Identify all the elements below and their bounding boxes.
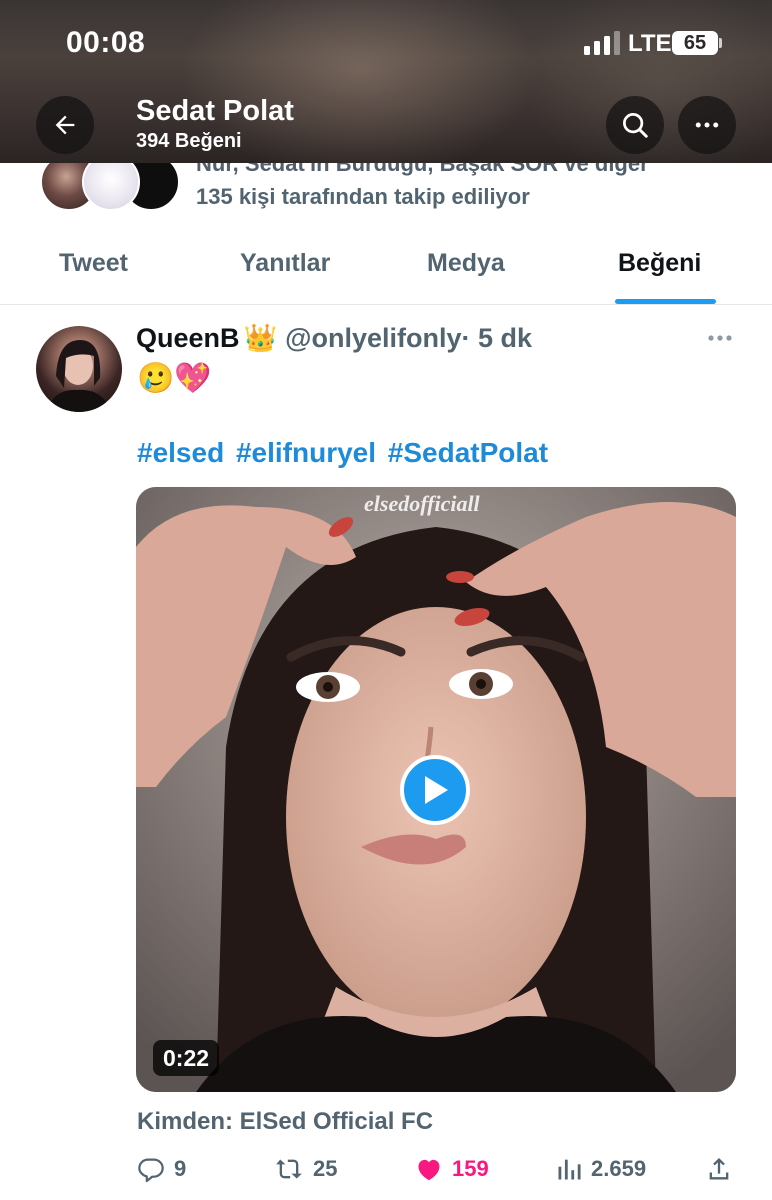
active-tab-indicator — [615, 299, 716, 304]
signal-strength-icon — [584, 31, 620, 55]
profile-name: Sedat Polat — [136, 95, 294, 127]
share-icon — [709, 1158, 729, 1180]
retweet-button[interactable]: 25 — [273, 1152, 337, 1186]
status-time: 00:08 — [66, 26, 146, 59]
tweet-header: QueenB 👑 @onlyelifonly· 5 dk — [136, 322, 532, 354]
tweet-timestamp[interactable]: · 5 dk — [462, 323, 533, 353]
like-count: 159 — [452, 1156, 489, 1181]
battery-icon: 65 — [672, 31, 718, 55]
tab-media[interactable]: Medya — [427, 249, 505, 278]
reply-count: 9 — [174, 1156, 187, 1181]
crown-emoji: 👑 — [243, 323, 278, 353]
video-watermark: elsedofficiall — [364, 491, 480, 516]
views-button[interactable]: 2.659 — [555, 1152, 646, 1186]
heart-filled-icon — [418, 1159, 440, 1181]
tweet-text: 🥲💖 — [137, 362, 212, 395]
tab-replies[interactable]: Yanıtlar — [240, 249, 330, 278]
video-duration: 0:22 — [153, 1040, 220, 1076]
reply-icon — [138, 1158, 164, 1183]
tweet-video[interactable]: elsedofficiall 0:22 — [136, 487, 736, 1092]
search-button[interactable] — [606, 96, 664, 154]
like-button[interactable]: 159 — [414, 1152, 489, 1186]
tweet-hashtags: #elsed #elifnuryel #SedatPolat — [137, 437, 552, 469]
profile-tabs: Tweet Yanıtlar Medya Beğeni — [0, 233, 772, 305]
author-name[interactable]: QueenB — [136, 323, 240, 353]
hashtag-link[interactable]: #elifnuryel — [236, 437, 376, 468]
author-handle[interactable]: @onlyelifonly — [285, 323, 461, 353]
hashtag-link[interactable]: #elsed — [137, 437, 224, 468]
author-avatar[interactable] — [36, 326, 122, 412]
views-chart-icon — [558, 1159, 581, 1180]
play-icon — [425, 776, 448, 804]
profile-header: 00:08 LTE 65 Sedat Polat 394 Beğeni — [0, 0, 772, 163]
more-options-button[interactable] — [678, 96, 736, 154]
arrow-left-icon — [55, 115, 75, 135]
share-button[interactable] — [705, 1152, 733, 1186]
tweet-source[interactable]: Kimden: ElSed Official FC — [137, 1108, 433, 1136]
tab-likes[interactable]: Beğeni — [618, 249, 701, 278]
tweet-more-icon[interactable] — [706, 328, 734, 348]
play-button[interactable] — [400, 755, 470, 825]
retweet-count: 25 — [313, 1156, 338, 1181]
network-label: LTE — [628, 30, 672, 57]
retweet-icon — [276, 1159, 302, 1179]
more-icon — [695, 122, 719, 128]
avatar-portrait — [46, 340, 112, 412]
followers-count-text[interactable]: 135 kişi tarafından takip ediliyor — [196, 184, 530, 210]
battery-nub — [719, 38, 722, 48]
reply-button[interactable]: 9 — [136, 1152, 186, 1186]
back-button[interactable] — [36, 96, 94, 154]
search-icon — [623, 113, 648, 138]
views-count: 2.659 — [591, 1156, 647, 1181]
tab-tweets[interactable]: Tweet — [59, 249, 128, 278]
likes-count: 394 Beğeni — [136, 130, 242, 152]
hashtag-link[interactable]: #SedatPolat — [388, 437, 548, 468]
